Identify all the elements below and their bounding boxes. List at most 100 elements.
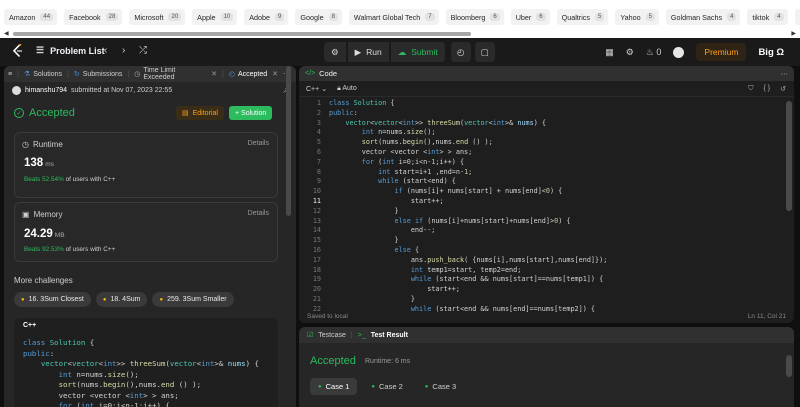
challenge-label: 18. 4Sum bbox=[110, 296, 141, 303]
run-button[interactable]: ▶ Run bbox=[347, 42, 389, 62]
memory-card[interactable]: ▣ Memory Details 24.29 MB Beats 92.53% of … bbox=[14, 202, 278, 262]
tab-test-result[interactable]: Test Result bbox=[371, 332, 408, 339]
company-tag[interactable]: Walmart Global Tech 7 bbox=[348, 9, 439, 25]
runtime-value: 138 bbox=[24, 157, 44, 169]
left-panel-scrollbar[interactable] bbox=[286, 66, 291, 216]
tab-tle[interactable]: ◷ Time Limit Exceeded ✕ bbox=[134, 67, 217, 81]
company-tag[interactable]: Yahoo 5 bbox=[615, 9, 659, 25]
notes-button[interactable]: ▢ bbox=[474, 42, 495, 62]
bookmark-icon[interactable]: ⛉ bbox=[748, 85, 753, 93]
company-tag-name: Apple bbox=[197, 12, 216, 22]
line-number: 17 bbox=[312, 255, 321, 264]
line-number: 3 bbox=[316, 118, 321, 127]
leetcode-logo-icon[interactable] bbox=[11, 44, 25, 58]
timer-button[interactable]: ◴ bbox=[450, 42, 471, 62]
line-number: 15 bbox=[312, 236, 321, 245]
company-tag[interactable]: Apple 10 bbox=[192, 9, 238, 25]
line-number: 19 bbox=[312, 275, 321, 284]
submitter-name[interactable]: himanshu794 bbox=[25, 87, 67, 94]
company-tag-name: Uber bbox=[515, 12, 532, 22]
test-tabs: ☑ Testcase | >_ Test Result bbox=[299, 327, 794, 343]
scroll-right-icon[interactable]: ▶ bbox=[791, 30, 796, 37]
case-tabs: ● Case 1 ● Case 2 ● Case 3 bbox=[310, 378, 464, 395]
company-tag-name: Facebook bbox=[69, 12, 101, 22]
avatar[interactable] bbox=[673, 46, 685, 58]
brand-label: Big Ω bbox=[758, 46, 784, 58]
premium-button[interactable]: Premium bbox=[696, 43, 747, 61]
line-number: 16 bbox=[312, 245, 321, 254]
line-number: 10 bbox=[312, 187, 321, 196]
runtime-details-link[interactable]: Details bbox=[248, 140, 269, 147]
scroll-thumb[interactable] bbox=[13, 32, 471, 36]
run-label: Run bbox=[366, 47, 382, 57]
reset-icon[interactable]: ↺ bbox=[780, 85, 786, 93]
more-icon[interactable]: ⋯ bbox=[781, 69, 789, 78]
tab-solutions[interactable]: ⚗ Solutions bbox=[24, 70, 62, 79]
code-lang: C++ bbox=[23, 322, 37, 329]
scroll-left-icon[interactable]: ◀ bbox=[4, 30, 9, 37]
company-tag[interactable]: Goldman Sachs 4 bbox=[665, 9, 741, 25]
add-solution-button[interactable]: + Solution bbox=[229, 106, 273, 120]
chevron-left-icon[interactable]: ‹ bbox=[104, 45, 107, 56]
history-icon: ↻ bbox=[73, 71, 80, 78]
tab-submissions[interactable]: ↻ Submissions bbox=[73, 70, 123, 79]
line-number: 7 bbox=[316, 157, 321, 166]
company-tag[interactable]: Bloomberg 6 bbox=[445, 9, 504, 25]
settings-icon[interactable]: ⚙ bbox=[626, 47, 634, 58]
company-tag[interactable]: Facebook 28 bbox=[64, 9, 123, 25]
problem-list-button[interactable]: ☰ Problem List bbox=[36, 45, 105, 56]
challenge-chip[interactable]: ● 18. 4Sum bbox=[95, 292, 148, 307]
company-tag[interactable]: Uber 6 bbox=[510, 9, 550, 25]
case-tab[interactable]: ● Case 2 bbox=[363, 378, 410, 395]
line-number: 18 bbox=[312, 265, 321, 274]
challenge-chips: ● 16. 3Sum Closest ● 18. 4Sum ● 259. 3Sum S… bbox=[14, 292, 234, 307]
shuffle-icon[interactable]: ⤮ bbox=[139, 45, 147, 56]
chevron-right-icon[interactable]: › bbox=[122, 45, 125, 56]
language-select[interactable]: C++ ⌄ bbox=[306, 85, 327, 93]
company-tag[interactable]: Adobe 9 bbox=[244, 9, 289, 25]
line-number: 1 bbox=[316, 99, 321, 107]
memory-beats-pct: Beats 92.53% bbox=[24, 246, 64, 253]
list-icon: ☰ bbox=[36, 45, 45, 55]
memory-title: Memory bbox=[33, 210, 63, 219]
timer-icon: ◴ bbox=[457, 46, 465, 57]
company-tag[interactable]: tiktok 4 bbox=[747, 9, 788, 25]
challenge-chip[interactable]: ● 259. 3Sum Smaller bbox=[152, 292, 234, 307]
layout-icon[interactable]: ▦ bbox=[605, 47, 614, 58]
company-tag-count: 28 bbox=[105, 13, 119, 21]
runtime-beats-rest: of users with C++ bbox=[65, 176, 116, 183]
debug-icon: ⚙ bbox=[331, 46, 339, 57]
tab-accepted[interactable]: ◴ Accepted ✕ bbox=[229, 70, 278, 79]
tags-scrollbar[interactable]: ◀ ▶ bbox=[4, 30, 796, 37]
check-circle-icon: ✓ bbox=[14, 108, 24, 118]
memory-details-link[interactable]: Details bbox=[248, 210, 269, 217]
company-tag[interactable]: Google 8 bbox=[295, 9, 342, 25]
avatar[interactable] bbox=[12, 86, 21, 95]
editor-scrollbar[interactable] bbox=[786, 101, 792, 211]
company-tag-count: 6 bbox=[536, 13, 546, 21]
notes-icon: ▢ bbox=[480, 46, 489, 57]
close-icon[interactable]: ✕ bbox=[211, 70, 217, 78]
streak-counter[interactable]: ♨ 0 bbox=[646, 47, 662, 58]
case-tab[interactable]: ● Case 3 bbox=[417, 378, 464, 395]
challenge-chip[interactable]: ● 16. 3Sum Closest bbox=[14, 292, 91, 307]
runtime-card[interactable]: ◷ Runtime Details 138 ms Beats 52.54% of u… bbox=[14, 132, 278, 198]
submitted-time: submitted at Nov 07, 2023 22:55 bbox=[71, 87, 173, 94]
tab-testcase[interactable]: Testcase bbox=[318, 332, 346, 339]
submit-button[interactable]: ☁ Submit bbox=[390, 42, 445, 62]
code-editor[interactable]: class Solution { public: vector<vector<i… bbox=[329, 99, 607, 315]
braces-icon[interactable]: { } bbox=[764, 85, 771, 93]
company-tag[interactable]: Salesf bbox=[794, 9, 800, 25]
line-number: 5 bbox=[316, 138, 321, 147]
result-panel-scrollbar[interactable] bbox=[786, 355, 792, 377]
case-tab[interactable]: ● Case 1 bbox=[310, 378, 358, 395]
auto-mode-toggle[interactable]: 🔒︎ Auto bbox=[337, 85, 357, 93]
company-tag[interactable]: Amazon 44 bbox=[4, 9, 58, 25]
debug-button[interactable]: ⚙ bbox=[324, 42, 346, 62]
editorial-button[interactable]: ▤ Editorial bbox=[176, 106, 224, 120]
line-number: 14 bbox=[312, 226, 321, 235]
company-tag[interactable]: Qualtrics 5 bbox=[556, 9, 609, 25]
company-tag[interactable]: Microsoft 20 bbox=[129, 9, 186, 25]
close-icon[interactable]: ✕ bbox=[272, 70, 278, 78]
description-tab-icon[interactable]: ≡ bbox=[8, 71, 12, 78]
